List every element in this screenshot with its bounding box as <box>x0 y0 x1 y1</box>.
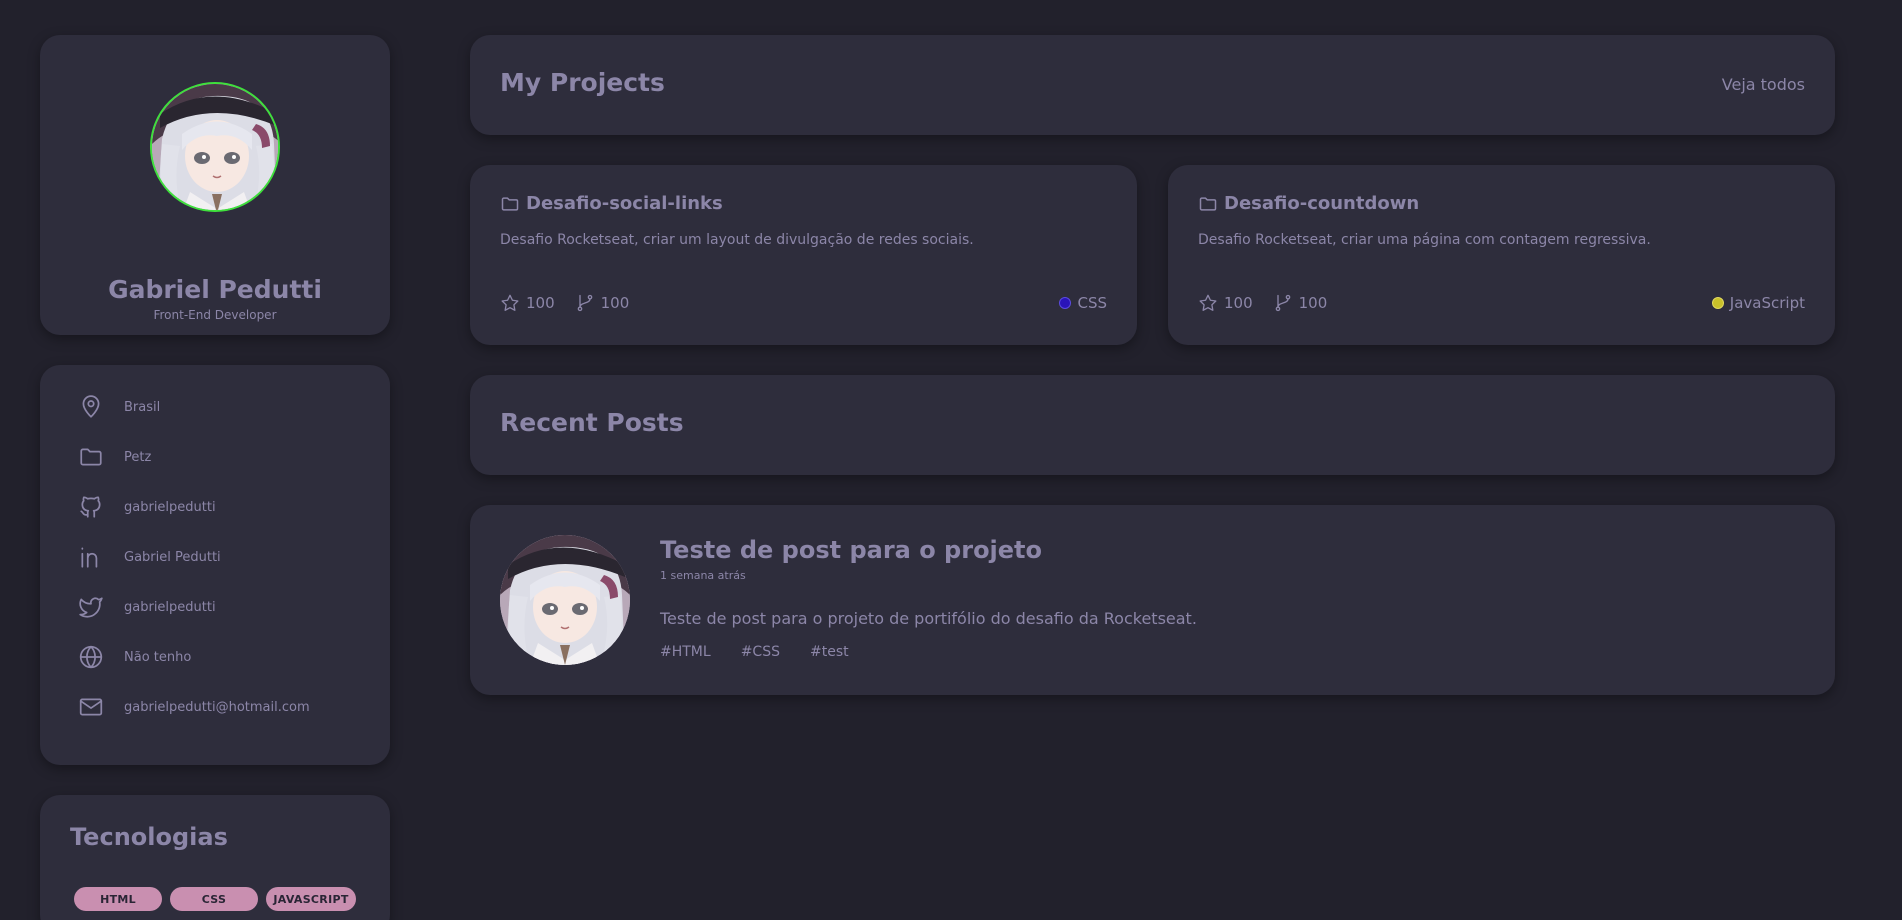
post-avatar <box>500 535 630 665</box>
project-name-text[interactable]: Desafio-social-links <box>526 193 723 214</box>
project-card[interactable]: Desafio-countdown Desafio Rocketseat, cr… <box>1168 165 1835 345</box>
post-tag[interactable]: #test <box>810 644 849 660</box>
project-stars-count: 100 <box>1224 294 1253 312</box>
profile-avatar <box>150 82 280 212</box>
project-forks-count: 100 <box>1298 294 1328 312</box>
tech-badge-css: CSS <box>170 887 258 911</box>
profile-role: Front-End Developer <box>153 308 277 322</box>
info-twitter-text[interactable]: gabrielpedutti <box>124 600 216 615</box>
map-pin-icon <box>82 395 100 418</box>
post-card[interactable]: Teste de post para o projeto 1 semana at… <box>470 505 1835 695</box>
tech-badge-html: HTML <box>74 887 162 911</box>
twitter-icon <box>79 597 103 618</box>
folder-icon <box>501 196 519 211</box>
info-item-email[interactable]: gabrielpedutti@hotmail.com <box>78 692 310 722</box>
info-item-website: Não tenho <box>78 642 191 672</box>
mail-icon <box>79 698 103 716</box>
project-stars-count: 100 <box>526 294 555 312</box>
project-name-text[interactable]: Desafio-countdown <box>1224 193 1419 214</box>
project-forks: 100 <box>575 293 630 313</box>
project-stats: 100 100 <box>1198 293 1347 313</box>
info-linkedin-text[interactable]: Gabriel Pedutti <box>124 550 221 565</box>
project-description: Desafio Rocketseat, criar um layout de d… <box>500 232 974 248</box>
git-branch-icon <box>577 294 592 312</box>
project-language: CSS <box>1059 294 1107 312</box>
profile-card: Gabriel Pedutti Front-End Developer <box>40 35 390 335</box>
project-language-text: JavaScript <box>1729 294 1805 312</box>
projects-title: My Projects <box>500 68 665 97</box>
linkedin-icon <box>81 547 98 568</box>
info-item-twitter[interactable]: gabrielpedutti <box>78 592 216 622</box>
project-forks: 100 <box>1273 293 1328 313</box>
project-forks-count: 100 <box>600 294 630 312</box>
post-title[interactable]: Teste de post para o projeto <box>660 536 1042 564</box>
project-description: Desafio Rocketseat, criar uma página com… <box>1198 232 1651 248</box>
info-card: Brasil Petz gabrielpedutti Gabriel Pedut… <box>40 365 390 765</box>
info-item-company: Petz <box>78 442 151 472</box>
star-icon <box>1199 294 1217 311</box>
star-icon <box>501 294 519 311</box>
info-item-location: Brasil <box>78 392 160 422</box>
info-location-text: Brasil <box>124 399 161 415</box>
technologies-badges: HTML CSS JAVASCRIPT <box>74 887 356 911</box>
project-language: JavaScript <box>1711 294 1805 312</box>
profile-name: Gabriel Pedutti <box>108 275 322 304</box>
project-stats: 100 100 <box>500 293 649 313</box>
project-stars: 100 <box>500 293 555 313</box>
info-github-text[interactable]: gabrielpedutti <box>124 500 216 515</box>
info-website-text: Não tenho <box>124 649 192 665</box>
info-item-github[interactable]: gabrielpedutti <box>78 492 216 522</box>
folder-icon <box>80 448 102 466</box>
post-tag[interactable]: #HTML <box>660 644 711 660</box>
language-dot <box>1059 297 1072 309</box>
project-card[interactable]: Desafio-social-links Desafio Rocketseat,… <box>470 165 1137 345</box>
projects-header: My Projects Veja todos <box>470 35 1835 135</box>
language-dot <box>1711 297 1724 309</box>
posts-title: Recent Posts <box>500 408 684 437</box>
project-name[interactable]: Desafio-countdown <box>1198 193 1419 214</box>
post-body: Teste de post para o projeto de portifól… <box>660 609 1197 628</box>
posts-header: Recent Posts <box>470 375 1835 475</box>
post-tag[interactable]: #CSS <box>741 644 780 660</box>
github-icon <box>80 496 101 518</box>
git-branch-icon <box>1275 294 1290 312</box>
post-date: 1 semana atrás <box>660 569 746 582</box>
info-company-text: Petz <box>124 449 152 465</box>
project-name[interactable]: Desafio-social-links <box>500 193 723 214</box>
info-email-text[interactable]: gabrielpedutti@hotmail.com <box>124 700 310 715</box>
globe-icon <box>79 645 103 669</box>
project-language-text: CSS <box>1077 294 1107 312</box>
see-all-link[interactable]: Veja todos <box>1722 75 1805 94</box>
technologies-card: Tecnologias HTML CSS JAVASCRIPT <box>40 795 390 920</box>
project-stars: 100 <box>1198 293 1253 313</box>
folder-icon <box>1199 196 1217 211</box>
info-item-linkedin[interactable]: Gabriel Pedutti <box>78 542 221 572</box>
technologies-title: Tecnologias <box>70 823 228 851</box>
post-tags: #HTML #CSS #test <box>660 644 849 660</box>
tech-badge-javascript: JAVASCRIPT <box>266 887 356 911</box>
